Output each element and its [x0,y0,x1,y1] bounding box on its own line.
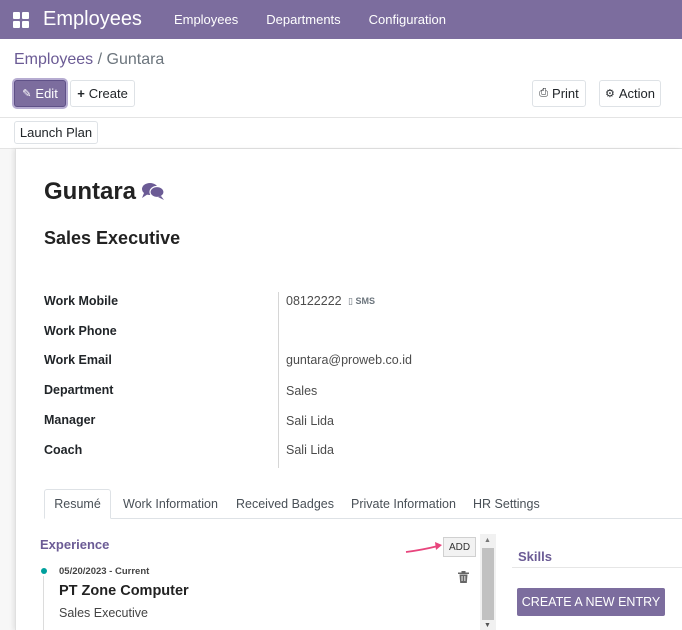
scroll-down-icon[interactable]: ▼ [484,622,491,629]
field-separator [278,292,279,468]
scroll-up-icon[interactable]: ▲ [484,537,491,544]
print-label: Print [552,86,579,101]
pencil-icon: ✎ [22,88,32,100]
tab-private-information[interactable]: Private Information [339,489,468,519]
mobile-phone-icon: ▯ [348,296,353,306]
tab-received-badges[interactable]: Received Badges [224,489,346,519]
skills-divider [512,567,682,568]
tab-resume[interactable]: Resumé [44,489,111,519]
chat-icon[interactable] [141,181,165,201]
employee-name: Guntara [44,178,137,205]
gear-icon: ⚙ [604,88,615,100]
edit-label: Edit [35,86,58,101]
menu-employees[interactable]: Employees [160,12,252,27]
department-value[interactable]: Sales [286,384,317,398]
tab-work-information[interactable]: Work Information [111,489,230,519]
menu-departments[interactable]: Departments [252,12,354,27]
divider [0,117,682,118]
sms-label: SMS [355,296,375,306]
work-mobile-label: Work Mobile [44,294,119,308]
create-new-entry-button[interactable]: CREATE A NEW ENTRY [517,588,665,616]
launch-plan-button[interactable]: Launch Plan [14,121,98,144]
department-label: Department [44,383,114,397]
annotation-arrow-icon [405,542,442,553]
scrollbar-thumb[interactable] [482,548,494,620]
manager-label: Manager [44,413,96,427]
print-icon: ⎙ [539,87,549,99]
trash-icon[interactable] [458,571,469,583]
job-title: Sales Executive [44,228,181,248]
work-email-label: Work Email [44,353,112,367]
experience-position: Sales Executive [59,606,148,620]
launch-plan-label: Launch Plan [19,125,93,140]
skills-title: Skills [518,549,552,564]
breadcrumb-separator: / [97,51,103,68]
experience-date: 05/20/2023 - Current [59,566,150,577]
experience-title: Experience [40,537,110,552]
coach-value[interactable]: Sali Lida [286,443,334,457]
scrollbar[interactable]: ▲ ▼ [480,534,496,630]
apps-menu-icon[interactable] [13,11,29,28]
manager-value[interactable]: Sali Lida [286,414,334,428]
coach-label: Coach [44,443,83,457]
work-mobile-value[interactable]: 08122222 [286,294,342,308]
tab-hr-settings[interactable]: HR Settings [461,489,552,519]
work-phone-label: Work Phone [44,324,117,338]
add-experience-button[interactable]: ADD [443,537,476,557]
edit-button[interactable]: ✎ Edit [14,80,66,107]
breadcrumb-parent[interactable]: Employees [14,51,93,68]
create-button[interactable]: + Create [70,80,135,107]
sms-button[interactable]: ▯ SMS [348,296,375,307]
action-label: Action [618,86,655,101]
work-email-value[interactable]: guntara@proweb.co.id [286,353,412,367]
action-button[interactable]: ⚙ Action [599,80,661,107]
print-button[interactable]: ⎙ Print [532,80,586,107]
breadcrumb: Employees / Guntara [14,51,164,69]
plus-icon: + [77,86,85,101]
experience-company[interactable]: PT Zone Computer [59,583,189,599]
top-navbar: Employees Employees Departments Configur… [0,0,682,39]
breadcrumb-current: Guntara [106,51,165,68]
timeline-line [43,576,44,630]
create-label: Create [88,86,128,101]
timeline-dot [41,568,47,574]
app-brand[interactable]: Employees [43,8,142,31]
menu-configuration[interactable]: Configuration [355,12,460,27]
form-sheet [15,149,682,630]
